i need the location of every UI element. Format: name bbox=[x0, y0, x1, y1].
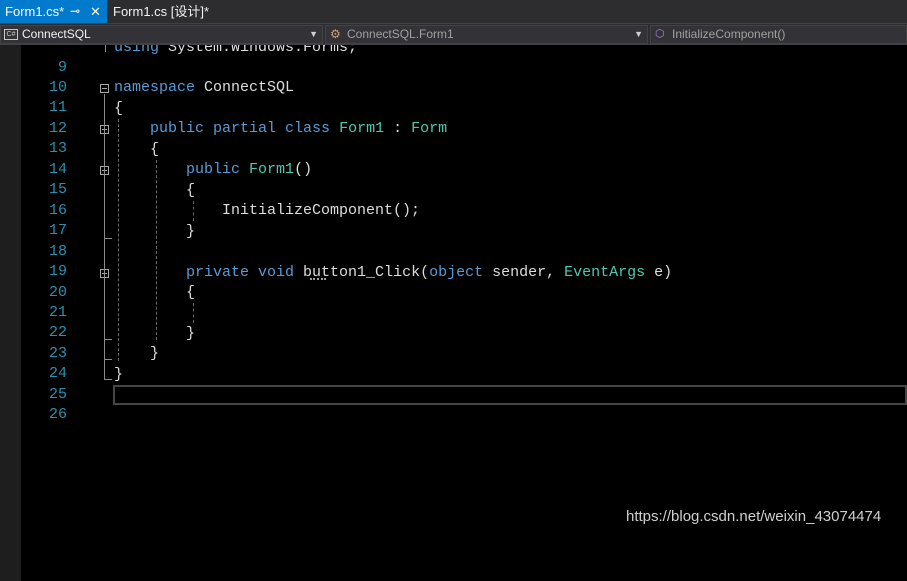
code-line: 24 } bbox=[0, 344, 907, 382]
code-text: } bbox=[114, 366, 124, 383]
code-line: 15 public Form1() bbox=[0, 160, 907, 198]
code-line: 17 InitializeComponent(); bbox=[0, 201, 907, 239]
code-text: } bbox=[114, 223, 196, 240]
indent-guide bbox=[118, 119, 119, 361]
collapse-icon[interactable] bbox=[100, 84, 109, 93]
document-tab-strip: Form1.cs* ⊸ ✕ Form1.cs [设计]* bbox=[0, 0, 907, 23]
code-line: 21 { bbox=[0, 283, 907, 321]
method-icon: ⬡ bbox=[655, 28, 665, 40]
line-number: 26 bbox=[48, 406, 67, 423]
outline-line bbox=[104, 339, 112, 340]
code-text: { bbox=[114, 100, 124, 117]
chevron-down-icon: ▼ bbox=[309, 29, 318, 39]
navigation-bar: C# ConnectSQL ▼ ⚙ ConnectSQL.Form1 ▼ ⬡ I… bbox=[0, 23, 907, 45]
class-dropdown[interactable]: ⚙ ConnectSQL.Form1 ▼ bbox=[325, 25, 648, 44]
code-text: } bbox=[114, 325, 196, 342]
code-text: { bbox=[114, 182, 196, 199]
code-line: 12 { bbox=[0, 99, 907, 137]
code-line: 25 } bbox=[0, 365, 907, 403]
code-line: 14 { bbox=[0, 140, 907, 178]
code-text: using System.Windows.Forms; bbox=[114, 45, 358, 56]
project-name: ConnectSQL bbox=[22, 27, 91, 41]
csharp-project-icon: C# bbox=[4, 29, 18, 40]
outline-line bbox=[105, 45, 106, 52]
code-text: public Form1() bbox=[186, 161, 313, 178]
outline-line bbox=[104, 359, 112, 360]
outline-line bbox=[104, 176, 105, 238]
code-line: 23 } bbox=[0, 324, 907, 362]
indent-guide bbox=[193, 201, 194, 221]
class-icon: ⚙ bbox=[330, 27, 341, 41]
code-text: { bbox=[114, 141, 160, 158]
class-name: ConnectSQL.Form1 bbox=[347, 27, 454, 41]
tab-form1-designer[interactable]: Form1.cs [设计]* bbox=[108, 0, 218, 23]
code-line: 20 private void button1_Click(object sen… bbox=[0, 263, 907, 301]
code-line: 18 } bbox=[0, 222, 907, 260]
code-line: 19 bbox=[0, 242, 907, 280]
code-line: 11 namespace ConnectSQL bbox=[0, 78, 907, 116]
current-line-highlight bbox=[113, 385, 907, 405]
suggestion-squiggle bbox=[310, 278, 326, 280]
member-name: InitializeComponent() bbox=[672, 27, 786, 41]
code-text: private void button1_Click(object sender… bbox=[186, 264, 673, 281]
tab-label: Form1.cs [设计]* bbox=[113, 4, 210, 19]
code-line: 16 { bbox=[0, 181, 907, 219]
member-dropdown[interactable]: ⬡ InitializeComponent() bbox=[650, 25, 907, 44]
outline-line bbox=[104, 279, 105, 339]
code-text: public partial class Form1 : Form bbox=[150, 120, 448, 137]
outline-line bbox=[104, 238, 112, 239]
code-text: InitializeComponent(); bbox=[114, 202, 421, 219]
tab-label: Form1.cs* bbox=[5, 4, 65, 19]
indent-guide bbox=[156, 160, 157, 340]
watermark-text: https://blog.csdn.net/weixin_43074474 bbox=[626, 508, 882, 525]
code-line: 13 public partial class Form1 : Form bbox=[0, 119, 907, 157]
code-line: 10 bbox=[0, 58, 907, 96]
code-editor[interactable]: 9 using System.Windows.Forms; 10 11 name… bbox=[0, 45, 907, 581]
code-text: namespace ConnectSQL bbox=[114, 79, 295, 96]
tab-form1-cs[interactable]: Form1.cs* ⊸ ✕ bbox=[0, 0, 107, 23]
close-icon[interactable]: ✕ bbox=[90, 0, 101, 23]
pin-icon[interactable]: ⊸ bbox=[70, 0, 80, 23]
chevron-down-icon: ▼ bbox=[634, 29, 643, 39]
code-line: 22 bbox=[0, 303, 907, 341]
project-dropdown[interactable]: C# ConnectSQL ▼ bbox=[0, 25, 323, 44]
code-text: } bbox=[114, 345, 160, 362]
code-text: { bbox=[114, 284, 196, 301]
indent-guide bbox=[193, 303, 194, 323]
outline-line bbox=[104, 379, 112, 380]
code-line: 9 using System.Windows.Forms; bbox=[0, 45, 907, 76]
